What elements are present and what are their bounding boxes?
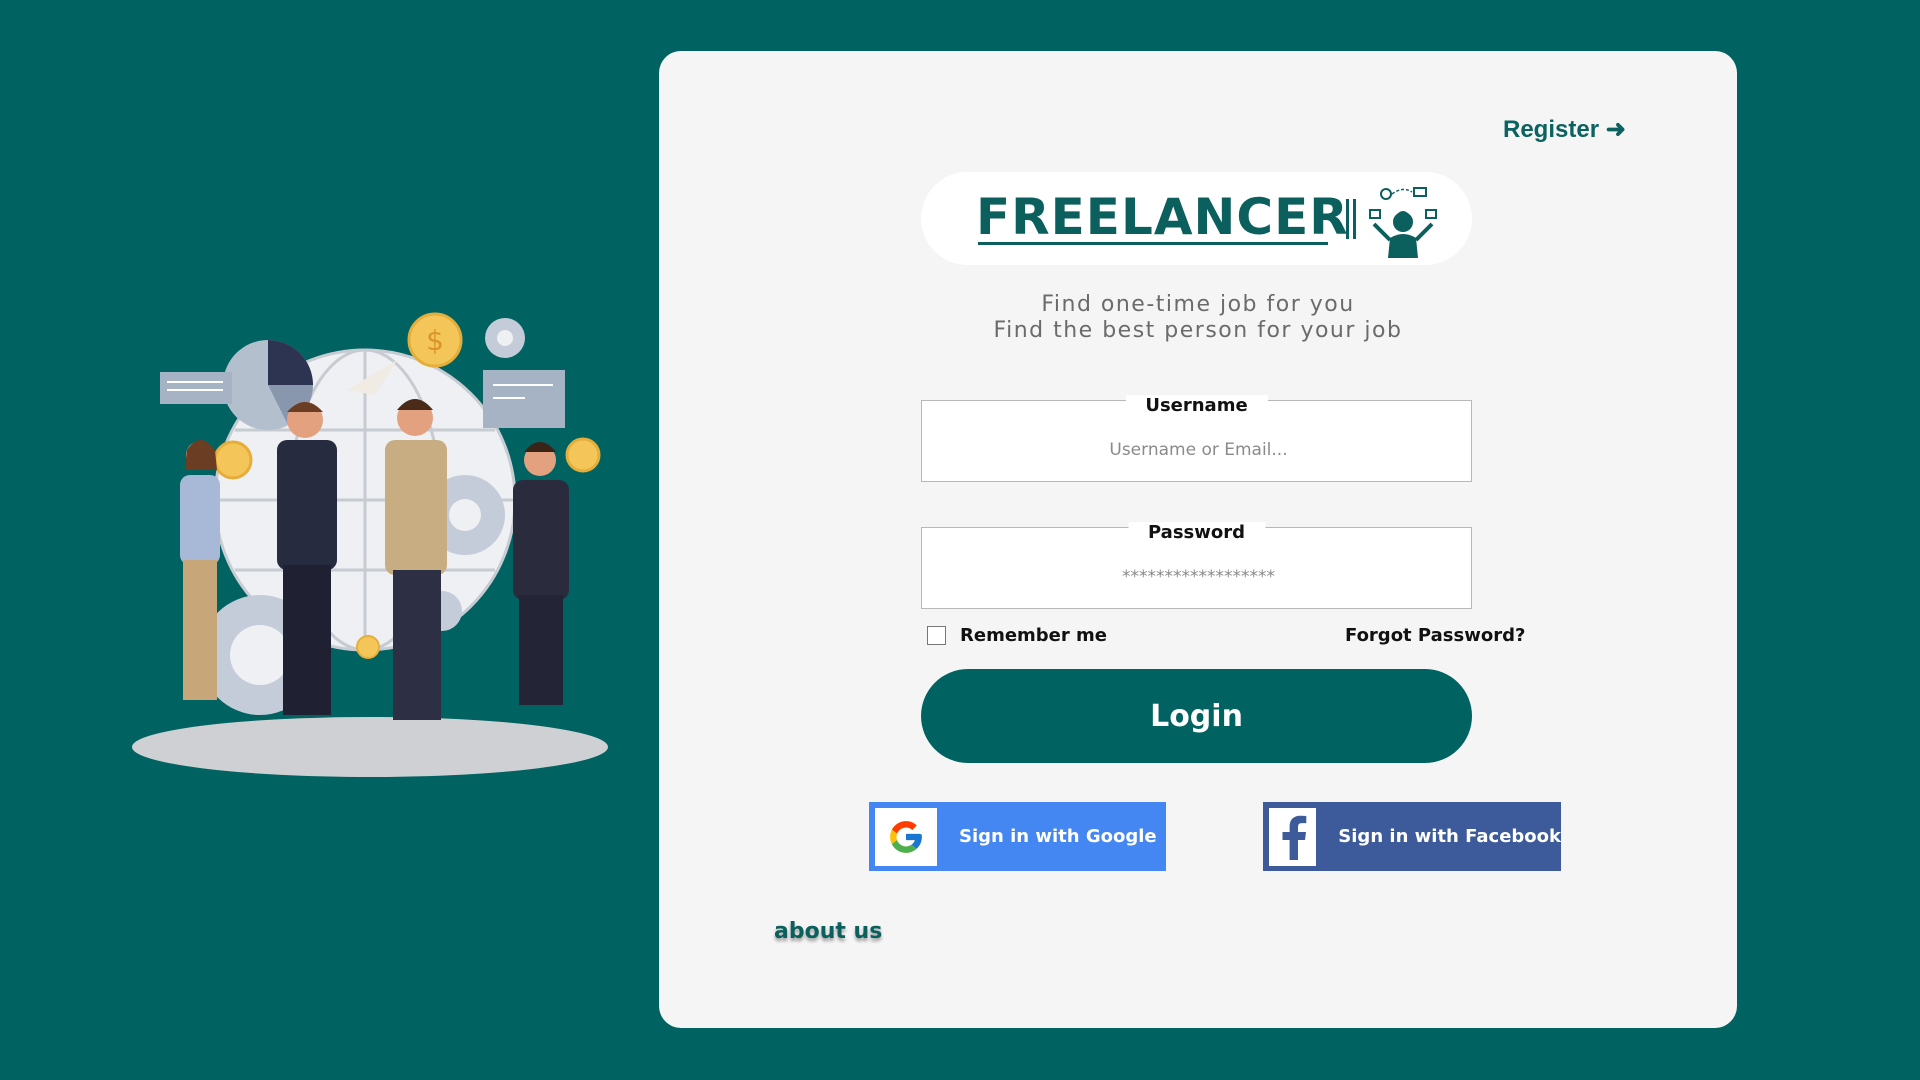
about-us-link[interactable]: about us [774, 919, 882, 944]
logo-text: FREELANCER [976, 188, 1349, 246]
login-card: Register ➜ FREELANCER Find one-time job … [659, 51, 1737, 1028]
password-field: Password [921, 522, 1475, 609]
logo-underline [978, 242, 1328, 245]
register-link[interactable]: Register ➜ [1503, 115, 1626, 144]
password-input[interactable] [922, 561, 1475, 593]
username-input[interactable] [922, 434, 1475, 466]
facebook-signin-label: Sign in with Facebook [1338, 826, 1561, 847]
facebook-signin-button[interactable]: Sign in with Facebook [1263, 802, 1561, 871]
tagline-line-2: Find the best person for your job [993, 318, 1403, 343]
password-label: Password [1127, 522, 1266, 543]
remember-me: Remember me [927, 625, 1107, 646]
google-signin-button[interactable]: Sign in with Google [869, 802, 1166, 871]
login-button[interactable]: Login [921, 669, 1472, 763]
remember-me-checkbox[interactable] [927, 626, 946, 645]
username-field: Username [921, 395, 1475, 482]
logo: FREELANCER [921, 172, 1472, 265]
remember-me-label: Remember me [960, 625, 1107, 646]
facebook-icon [1269, 807, 1317, 866]
username-label: Username [1125, 395, 1268, 416]
logo-divider-icon [1346, 199, 1356, 239]
google-icon [875, 807, 937, 866]
freelancer-juggling-icon [1369, 187, 1437, 258]
svg-text:$: $ [426, 324, 444, 357]
business-handshake-illustration: $ [132, 312, 608, 777]
google-signin-label: Sign in with Google [959, 826, 1157, 847]
forgot-password-link[interactable]: Forgot Password? [1345, 625, 1525, 646]
tagline-line-1: Find one-time job for you [1041, 292, 1355, 317]
